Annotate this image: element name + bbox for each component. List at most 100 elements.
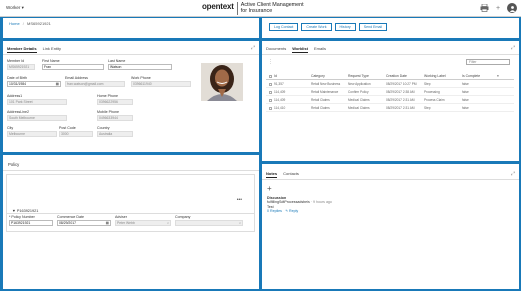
col-id[interactable]: Id: [274, 74, 311, 78]
country-input: Australia: [97, 131, 133, 137]
select-all-checkbox[interactable]: [266, 74, 274, 78]
tab-notes[interactable]: Notes: [266, 171, 278, 178]
first-name-input[interactable]: Fran: [42, 64, 104, 70]
first-name-field: First Name Fran: [42, 59, 104, 70]
commence-date-input[interactable]: 08/29/2017 ▦: [57, 220, 111, 226]
expand-icon[interactable]: ⤢: [251, 45, 255, 51]
commence-date-field: Commence Date 08/29/2017 ▦: [57, 215, 111, 226]
dob-field: Date of Birth 10/31/1984 ▦: [7, 76, 61, 87]
expand-icon[interactable]: ⤢: [511, 171, 515, 177]
discussion-author: fulfillingSdtProcessadsbeis: [267, 200, 310, 205]
tab-divider: [262, 54, 519, 55]
search-icon[interactable]: ⌕: [239, 221, 241, 225]
tab-worklist[interactable]: Worklist: [292, 46, 308, 53]
toolbar-menu-icon[interactable]: ⋮: [268, 59, 273, 65]
member-id-input: MS65921921: [7, 64, 35, 70]
post-code-field: Post Code 3000: [59, 126, 93, 137]
breadcrumb: Home / MS65921921: [9, 21, 51, 26]
tab-link-entity[interactable]: Link Entity: [43, 46, 61, 53]
work-phone-field: Work Phone 0396611940: [131, 76, 191, 87]
home-phone-input: 0396622956: [97, 99, 133, 105]
policy-number-input[interactable]: P163921921: [9, 220, 53, 226]
tab-divider: [3, 54, 259, 55]
send-email-button[interactable]: Send Email: [358, 23, 388, 31]
top-bar: Worker ▾ opentext Active Client Manageme…: [0, 0, 521, 17]
email-field: Email Address fran.watson@gmail.com: [65, 76, 125, 87]
calendar-icon[interactable]: ▦: [106, 221, 109, 225]
brand-logo: opentext Active Client Management for In…: [202, 2, 304, 15]
print-icon[interactable]: [479, 3, 489, 13]
log-contact-button[interactable]: Log Contact: [269, 23, 299, 31]
table-row[interactable]: 114,409 Retail Claims Medical Claims 08/…: [266, 97, 514, 104]
company-field: Company ⌕: [175, 215, 243, 226]
adviser-field: Adviser Peter Webb ⌕: [115, 215, 171, 226]
tab-documents[interactable]: Documents: [266, 46, 286, 53]
calendar-icon[interactable]: ▦: [56, 82, 59, 86]
post-code-input: 3000: [59, 131, 93, 137]
table-row[interactable]: 91,357 Retail New Business New Applicati…: [266, 81, 514, 88]
product-name: Active Client Management for Insurance: [240, 2, 304, 14]
filter-input[interactable]: Filter: [466, 59, 510, 65]
worker-menu[interactable]: Worker ▾: [6, 5, 24, 11]
discussion-time: 9 hours ago: [312, 200, 332, 205]
col-category[interactable]: Category: [311, 74, 348, 78]
last-name-input[interactable]: Watson: [108, 64, 172, 70]
policy-number-field: * Policy Number P163921921: [9, 215, 53, 226]
member-tabs: Member Details Link Entity: [7, 46, 61, 53]
search-icon[interactable]: ⌕: [167, 221, 169, 225]
member-details-panel: Member Details Link Entity ⤢ Member Id M…: [3, 41, 259, 152]
worklist-panel: Documents Worklist Emails ⤢ ⋮ Filter Id …: [262, 41, 519, 161]
row-checkbox[interactable]: [266, 98, 274, 102]
address1-input: 101 Park Street: [7, 99, 67, 105]
col-working-label[interactable]: Working Label: [424, 74, 462, 78]
tab-divider: [262, 179, 519, 180]
row-checkbox[interactable]: [266, 106, 274, 110]
breadcrumb-current: MS65921921: [27, 21, 51, 26]
policy-divider: [7, 213, 254, 214]
replies-link[interactable]: 0 Replies: [267, 209, 282, 213]
city-field: City Melbourne: [7, 126, 57, 137]
company-input[interactable]: ⌕: [175, 220, 243, 226]
policy-card: ••• ▼ P163921921 * Policy Number P163921…: [6, 174, 255, 232]
work-phone-input: 0396611940: [131, 81, 191, 87]
action-buttons: Log Contact Create Work History Send Ema…: [269, 23, 388, 31]
discussion-item: Discussion fulfillingSdtProcessadsbeis ·…: [267, 196, 332, 214]
address1-field: Address1 101 Park Street: [7, 94, 67, 105]
notes-panel: Notes Contacts ⤢ + Discussion fulfilling…: [262, 164, 519, 289]
create-work-button[interactable]: Create Work: [301, 23, 332, 31]
last-name-field: Last Name Watson: [108, 59, 172, 70]
home-phone-field: Home Phone 0396622956: [97, 94, 133, 105]
section-divider: [3, 170, 259, 171]
reply-link[interactable]: ↰ Reply: [285, 209, 298, 213]
row-checkbox[interactable]: [266, 82, 274, 86]
breadcrumb-panel: Home / MS65921921: [3, 18, 259, 38]
user-avatar-icon[interactable]: [507, 3, 517, 13]
tab-emails[interactable]: Emails: [314, 46, 326, 53]
member-photo: [201, 63, 243, 101]
adviser-input[interactable]: Peter Webb ⌕: [115, 220, 171, 226]
add-icon[interactable]: +: [493, 3, 503, 13]
country-field: Country Australia: [97, 126, 133, 137]
mobile-phone-input: 0496633944: [97, 115, 133, 121]
history-button[interactable]: History: [334, 23, 356, 31]
col-creation-date[interactable]: Creation Date: [386, 74, 424, 78]
tab-contacts[interactable]: Contacts: [283, 171, 299, 178]
email-input: fran.watson@gmail.com: [65, 81, 125, 87]
address2-input: South Melbourne: [7, 115, 67, 121]
brand-separator: [236, 2, 238, 15]
table-row[interactable]: 114,409 Retail Maintenance Confirm Polic…: [266, 89, 514, 96]
table-row[interactable]: 114,410 Retail Claims Medical Claims 08/…: [266, 105, 514, 112]
column-settings-icon[interactable]: ≡: [497, 74, 505, 78]
brand-name: opentext: [202, 2, 234, 11]
col-is-complete[interactable]: Is Complete: [462, 74, 497, 78]
dob-input[interactable]: 10/31/1984 ▦: [7, 81, 61, 87]
col-request-type[interactable]: Request Type: [348, 74, 386, 78]
row-checkbox[interactable]: [266, 90, 274, 94]
add-note-button[interactable]: +: [267, 184, 272, 193]
more-options-icon[interactable]: •••: [237, 197, 242, 203]
breadcrumb-home[interactable]: Home: [9, 21, 20, 26]
tab-member-details[interactable]: Member Details: [7, 46, 37, 53]
toolbar-icons: +: [479, 3, 517, 13]
expand-icon[interactable]: ⤢: [511, 45, 515, 51]
address2-field: AddressLine2 South Melbourne: [7, 110, 67, 121]
